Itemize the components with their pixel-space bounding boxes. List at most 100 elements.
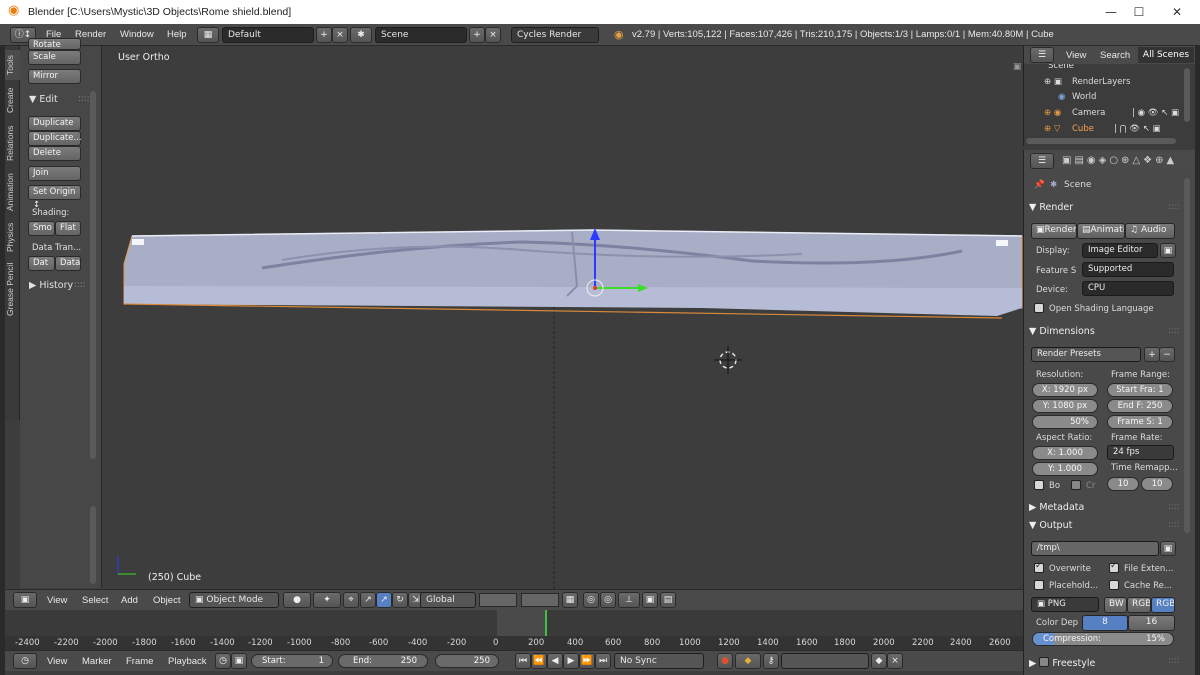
opengl-render-icon[interactable]: ▣ <box>642 592 658 608</box>
snap-icon[interactable]: ⊥ <box>618 592 640 608</box>
tool-shelf-scrollbar-lower[interactable] <box>90 506 96 584</box>
cube-visibility-icons[interactable]: | ⋂ 👁 ↖ ▣ <box>1114 124 1161 134</box>
outliner-search-menu[interactable]: Search <box>1100 50 1130 61</box>
frame-rate-dropdown[interactable]: 24 fps <box>1107 445 1174 460</box>
resolution-y-field[interactable]: Y: 1080 px <box>1032 399 1098 413</box>
remove-scene-icon[interactable]: × <box>485 27 501 43</box>
rotate-icon[interactable]: ↻ <box>392 592 408 608</box>
metadata-panel-header[interactable]: ▶ Metadata <box>1029 502 1084 513</box>
scale-button[interactable]: Scale <box>28 50 81 65</box>
scene-icon[interactable]: ✱ <box>350 27 372 43</box>
close-icon[interactable]: ✕ <box>1162 2 1192 22</box>
properties-editor[interactable]: ☰ ▣▤◉◈○⊕△❖⊕▲ 📌 ✱ Scene ▼ Render :::: ▣Re… <box>1023 150 1196 675</box>
menu-frame[interactable]: Frame <box>126 656 153 667</box>
rgb-button[interactable]: RGB <box>1127 597 1151 613</box>
outliner-item-world[interactable]: World <box>1072 92 1096 102</box>
outliner-filter-dropdown[interactable]: All Scenes <box>1138 47 1194 63</box>
editor-type-3d-icon[interactable]: ▣ <box>13 592 37 608</box>
menu-object[interactable]: Object <box>153 595 180 606</box>
menu-view-timeline[interactable]: View <box>47 656 67 667</box>
outliner-item-renderlayers[interactable]: RenderLayers <box>1072 77 1130 87</box>
menu-window[interactable]: Window <box>120 29 154 40</box>
join-button[interactable]: Join <box>28 166 81 181</box>
depth-8-button[interactable]: 8 <box>1082 615 1128 631</box>
resolution-percent-field[interactable]: 50% <box>1032 415 1098 429</box>
add-preset-icon[interactable]: + <box>1144 347 1160 362</box>
file-extensions-checkbox[interactable]: ✓ <box>1109 561 1119 573</box>
duplicate-button[interactable]: Duplicate <box>28 116 81 131</box>
menu-playback[interactable]: Playback <box>168 656 207 667</box>
placeholders-checkbox[interactable] <box>1034 580 1044 590</box>
property-context-icons[interactable]: ▣▤◉◈○⊕△❖⊕▲ <box>1062 155 1177 166</box>
mirror-button[interactable]: Mirror <box>28 69 81 84</box>
viewport-corner-icon[interactable]: ▣ <box>1013 62 1022 72</box>
proportional-edit-icon[interactable]: ◎ <box>600 592 616 608</box>
layer-lock-icon[interactable]: ▦ <box>562 592 578 608</box>
output-panel-header[interactable]: ▼ Output <box>1029 520 1072 531</box>
menu-select[interactable]: Select <box>82 595 108 606</box>
outliner-view-menu[interactable]: View <box>1066 50 1086 61</box>
start-frame-field[interactable]: Start: 1 <box>251 654 333 668</box>
audio-button[interactable]: ♫ Audio <box>1125 223 1175 239</box>
menu-view[interactable]: View <box>47 595 67 606</box>
display-toggle-icon[interactable]: ▣ <box>1160 243 1176 258</box>
layout-grid-icon[interactable]: ▦ <box>197 27 219 43</box>
lock-icon[interactable]: ▣ <box>231 653 247 669</box>
device-dropdown[interactable]: CPU <box>1082 281 1174 296</box>
editor-type-outliner-icon[interactable]: ☰ <box>1030 47 1054 63</box>
animation-button[interactable]: ▤Animati <box>1077 223 1125 239</box>
history-panel-header[interactable]: ▶ History <box>29 280 73 291</box>
current-frame-indicator[interactable] <box>545 610 547 637</box>
drag-handle-icon[interactable]: :::: <box>1168 656 1179 666</box>
frame-step-field[interactable]: Frame S: 1 <box>1107 415 1173 429</box>
play-icon[interactable]: ▶ <box>563 653 579 669</box>
outliner-item-camera[interactable]: Camera <box>1072 108 1105 118</box>
outliner-item-scene[interactable]: Scene <box>1048 64 1074 71</box>
preview-range-icon[interactable]: ◷ <box>215 653 231 669</box>
keying-set-field[interactable] <box>781 653 869 669</box>
tab-physics[interactable]: Physics <box>5 218 20 256</box>
osl-checkbox[interactable] <box>1034 303 1044 313</box>
mode-dropdown[interactable]: ▣ Object Mode <box>189 592 279 608</box>
crop-checkbox[interactable] <box>1071 480 1081 490</box>
duplicate-linked-button[interactable]: Duplicate... <box>28 131 82 146</box>
border-checkbox[interactable] <box>1034 480 1044 490</box>
folder-icon[interactable]: ▣ <box>1160 541 1176 556</box>
freestyle-panel-header[interactable]: ▶ Freestyle <box>1029 656 1095 669</box>
outliner[interactable]: ☰ View Search All Scenes Scene ⊕ ▣ Rende… <box>1023 46 1196 146</box>
3d-viewport[interactable]: User Ortho (250) Cube ▣ <box>102 46 1023 589</box>
smooth-button[interactable]: Smo <box>28 221 55 236</box>
play-reverse-icon[interactable]: ◀ <box>547 653 563 669</box>
insert-keyframe-icon[interactable]: ◆ <box>871 653 887 669</box>
set-origin-button[interactable]: Set Origin ↕ <box>28 185 81 210</box>
move-icon[interactable]: ↗ <box>376 592 392 608</box>
overwrite-checkbox[interactable]: ✓ <box>1034 561 1044 573</box>
timeline[interactable]: -2400 -2200 -2000 -1800 -1600 -1400 -120… <box>5 610 1023 650</box>
remove-preset-icon[interactable]: − <box>1159 347 1175 362</box>
tab-create[interactable]: Create <box>5 82 20 118</box>
dimensions-panel-header[interactable]: ▼ Dimensions <box>1029 326 1095 337</box>
orientation-dropdown[interactable]: Global <box>420 592 476 608</box>
drag-handle-icon[interactable]: :::: <box>1168 520 1179 530</box>
display-dropdown[interactable]: Image Editor <box>1082 243 1158 258</box>
scene-field[interactable]: Scene <box>375 27 467 43</box>
pivot-icon[interactable]: ✦ <box>313 592 341 608</box>
maximize-icon[interactable]: ☐ <box>1124 2 1154 22</box>
tab-tools[interactable]: Tools <box>5 50 20 80</box>
render-panel-header[interactable]: ▼ Render <box>1029 202 1073 213</box>
jump-keyframe-forward-icon[interactable]: ⏩ <box>579 653 595 669</box>
feature-set-dropdown[interactable]: Supported <box>1082 262 1174 277</box>
rgba-button[interactable]: RGB <box>1151 597 1175 613</box>
add-scene-icon[interactable]: + <box>469 27 485 43</box>
menu-marker[interactable]: Marker <box>82 656 112 667</box>
editor-type-properties-icon[interactable]: ☰ <box>1030 153 1054 169</box>
current-frame-field[interactable]: 250 <box>435 654 499 668</box>
drag-handle-icon[interactable]: :::: <box>1168 326 1179 336</box>
tab-animation[interactable]: Animation <box>5 168 20 216</box>
camera-visibility-icons[interactable]: | ◉ 👁 ↖ ▣ <box>1132 108 1179 118</box>
minimize-icon[interactable]: — <box>1096 2 1126 22</box>
dat-button[interactable]: Dat <box>28 256 55 271</box>
pin-icon[interactable]: 📌 <box>1034 180 1045 190</box>
rotate-button[interactable]: Rotate <box>28 38 81 50</box>
data-button[interactable]: Data <box>55 256 81 271</box>
